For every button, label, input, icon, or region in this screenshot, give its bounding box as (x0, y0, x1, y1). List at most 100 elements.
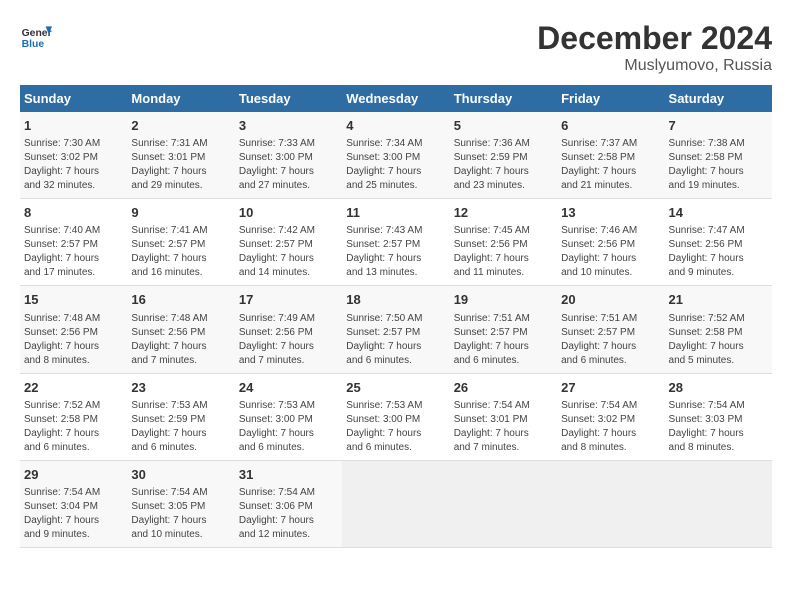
calendar-cell: 9Sunrise: 7:41 AMSunset: 2:57 PMDaylight… (127, 199, 234, 286)
calendar-cell: 12Sunrise: 7:45 AMSunset: 2:56 PMDayligh… (450, 199, 557, 286)
day-info-line: Daylight: 7 hours (346, 165, 445, 179)
day-number: 31 (239, 466, 338, 484)
day-info-line: Sunset: 2:59 PM (454, 151, 553, 165)
day-info-line: Sunrise: 7:52 AM (24, 399, 123, 413)
day-info-line: Daylight: 7 hours (454, 340, 553, 354)
calendar-cell: 16Sunrise: 7:48 AMSunset: 2:56 PMDayligh… (127, 286, 234, 373)
day-info-line: and 7 minutes. (131, 354, 230, 368)
day-info-line: Sunset: 3:00 PM (239, 413, 338, 427)
day-info-line: Sunrise: 7:41 AM (131, 224, 230, 238)
day-info-line: Daylight: 7 hours (131, 340, 230, 354)
day-number: 8 (24, 204, 123, 222)
day-info-line: Sunrise: 7:54 AM (669, 399, 768, 413)
day-info-line: Daylight: 7 hours (239, 340, 338, 354)
day-info-line: Daylight: 7 hours (346, 427, 445, 441)
day-info-line: Sunset: 3:05 PM (131, 500, 230, 514)
calendar-cell (342, 460, 449, 547)
subtitle: Muslyumovo, Russia (537, 57, 772, 75)
day-number: 30 (131, 466, 230, 484)
weekday-header-thursday: Thursday (450, 85, 557, 112)
day-info-line: and 6 minutes. (346, 441, 445, 455)
calendar-cell (450, 460, 557, 547)
day-info-line: Daylight: 7 hours (561, 252, 660, 266)
day-number: 21 (669, 291, 768, 309)
day-info-line: Sunrise: 7:52 AM (669, 312, 768, 326)
day-number: 5 (454, 117, 553, 135)
day-info-line: and 8 minutes. (669, 441, 768, 455)
day-info-line: and 8 minutes. (24, 354, 123, 368)
day-number: 16 (131, 291, 230, 309)
day-info-line: Daylight: 7 hours (131, 165, 230, 179)
day-info-line: Sunset: 3:00 PM (239, 151, 338, 165)
day-number: 14 (669, 204, 768, 222)
day-info-line: Sunset: 2:56 PM (239, 326, 338, 340)
day-info-line: Daylight: 7 hours (454, 165, 553, 179)
day-number: 12 (454, 204, 553, 222)
day-info-line: Sunrise: 7:48 AM (131, 312, 230, 326)
calendar-cell: 21Sunrise: 7:52 AMSunset: 2:58 PMDayligh… (665, 286, 772, 373)
day-info-line: Daylight: 7 hours (561, 427, 660, 441)
day-info-line: Sunset: 3:06 PM (239, 500, 338, 514)
day-info-line: and 29 minutes. (131, 179, 230, 193)
calendar-cell: 7Sunrise: 7:38 AMSunset: 2:58 PMDaylight… (665, 112, 772, 199)
page-header: General Blue December 2024 Muslyumovo, R… (20, 20, 772, 75)
day-info-line: Daylight: 7 hours (669, 340, 768, 354)
day-info-line: and 6 minutes. (239, 441, 338, 455)
calendar-cell: 26Sunrise: 7:54 AMSunset: 3:01 PMDayligh… (450, 373, 557, 460)
day-info-line: Sunset: 2:59 PM (131, 413, 230, 427)
day-info-line: Sunrise: 7:53 AM (239, 399, 338, 413)
calendar-cell: 23Sunrise: 7:53 AMSunset: 2:59 PMDayligh… (127, 373, 234, 460)
day-number: 25 (346, 379, 445, 397)
day-number: 10 (239, 204, 338, 222)
day-info-line: Daylight: 7 hours (239, 514, 338, 528)
day-info-line: and 7 minutes. (454, 441, 553, 455)
day-number: 19 (454, 291, 553, 309)
day-info-line: Sunrise: 7:54 AM (24, 486, 123, 500)
day-info-line: Sunrise: 7:43 AM (346, 224, 445, 238)
day-number: 24 (239, 379, 338, 397)
day-info-line: Sunset: 2:57 PM (346, 238, 445, 252)
day-info-line: Sunrise: 7:34 AM (346, 137, 445, 151)
day-info-line: Sunrise: 7:31 AM (131, 137, 230, 151)
calendar-cell: 5Sunrise: 7:36 AMSunset: 2:59 PMDaylight… (450, 112, 557, 199)
day-info-line: Daylight: 7 hours (669, 427, 768, 441)
calendar-cell: 19Sunrise: 7:51 AMSunset: 2:57 PMDayligh… (450, 286, 557, 373)
day-info-line: and 27 minutes. (239, 179, 338, 193)
day-info-line: and 6 minutes. (24, 441, 123, 455)
day-info-line: and 6 minutes. (561, 354, 660, 368)
day-info-line: and 13 minutes. (346, 266, 445, 280)
day-info-line: Sunrise: 7:51 AM (561, 312, 660, 326)
calendar-cell: 25Sunrise: 7:53 AMSunset: 3:00 PMDayligh… (342, 373, 449, 460)
day-number: 17 (239, 291, 338, 309)
day-info-line: and 10 minutes. (131, 528, 230, 542)
day-info-line: and 6 minutes. (131, 441, 230, 455)
weekday-header-friday: Friday (557, 85, 664, 112)
calendar-week-row: 15Sunrise: 7:48 AMSunset: 2:56 PMDayligh… (20, 286, 772, 373)
calendar-week-row: 22Sunrise: 7:52 AMSunset: 2:58 PMDayligh… (20, 373, 772, 460)
calendar-cell: 18Sunrise: 7:50 AMSunset: 2:57 PMDayligh… (342, 286, 449, 373)
weekday-header-sunday: Sunday (20, 85, 127, 112)
day-number: 15 (24, 291, 123, 309)
day-info-line: Daylight: 7 hours (346, 252, 445, 266)
day-info-line: Sunset: 2:57 PM (346, 326, 445, 340)
day-info-line: Sunset: 3:02 PM (24, 151, 123, 165)
day-info-line: Sunrise: 7:53 AM (131, 399, 230, 413)
main-title: December 2024 (537, 20, 772, 57)
day-info-line: Sunset: 2:56 PM (669, 238, 768, 252)
calendar-cell: 13Sunrise: 7:46 AMSunset: 2:56 PMDayligh… (557, 199, 664, 286)
calendar-cell: 14Sunrise: 7:47 AMSunset: 2:56 PMDayligh… (665, 199, 772, 286)
calendar-cell: 1Sunrise: 7:30 AMSunset: 3:02 PMDaylight… (20, 112, 127, 199)
calendar-cell: 11Sunrise: 7:43 AMSunset: 2:57 PMDayligh… (342, 199, 449, 286)
day-number: 1 (24, 117, 123, 135)
day-info-line: Sunset: 2:58 PM (24, 413, 123, 427)
calendar-cell: 31Sunrise: 7:54 AMSunset: 3:06 PMDayligh… (235, 460, 342, 547)
day-info-line: and 25 minutes. (346, 179, 445, 193)
calendar-cell: 27Sunrise: 7:54 AMSunset: 3:02 PMDayligh… (557, 373, 664, 460)
day-number: 7 (669, 117, 768, 135)
day-number: 9 (131, 204, 230, 222)
calendar-cell: 24Sunrise: 7:53 AMSunset: 3:00 PMDayligh… (235, 373, 342, 460)
day-info-line: Sunset: 3:00 PM (346, 413, 445, 427)
day-info-line: Sunset: 3:01 PM (131, 151, 230, 165)
day-info-line: and 14 minutes. (239, 266, 338, 280)
calendar-table: SundayMondayTuesdayWednesdayThursdayFrid… (20, 85, 772, 548)
